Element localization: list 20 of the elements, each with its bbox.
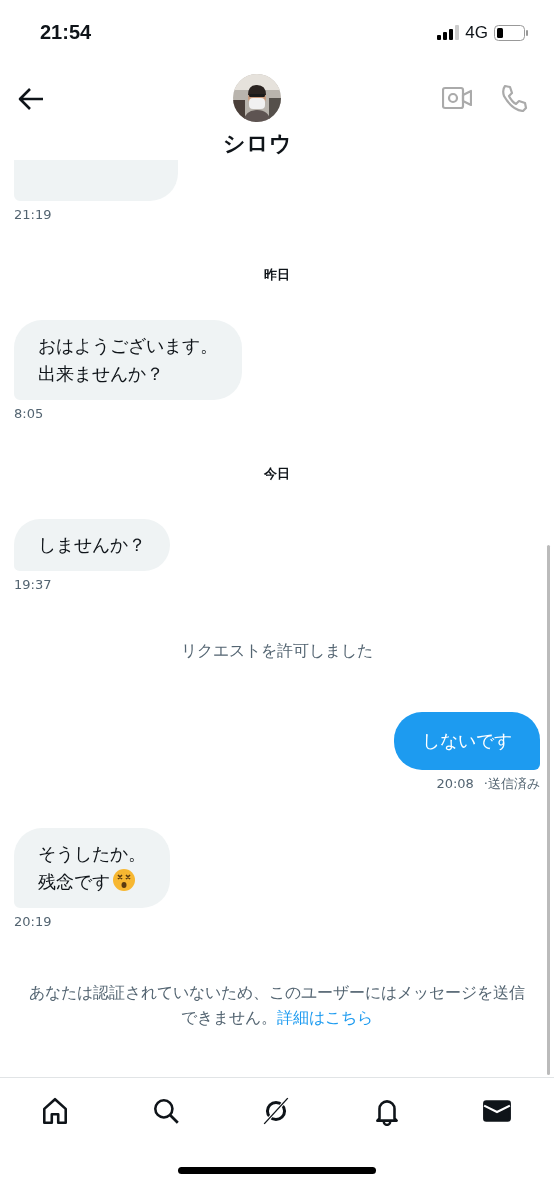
battery-icon xyxy=(494,24,528,41)
message-bubble: そうしたか。 残念です xyxy=(14,828,170,908)
clock-time: 21:54 xyxy=(40,21,93,44)
delivery-status: ·送信済み xyxy=(483,776,540,791)
notice-text: あなたは認証されていないため、このユーザーにはメッセージを送信できません。詳細はこちら xyxy=(28,982,526,1029)
system-message: リクエストを許可しました xyxy=(181,641,373,660)
message-time: 20:19 xyxy=(14,914,52,929)
network-label: 4G xyxy=(465,22,488,43)
contact-name: シロウ xyxy=(222,130,292,158)
signal-icon xyxy=(437,25,460,40)
message-bubble: しないです xyxy=(394,712,540,770)
message-time: 8:05 xyxy=(14,406,44,421)
learn-more-link[interactable]: 詳細はこちら xyxy=(277,1008,373,1027)
message-bubble: おはようございます。 出来ませんか？ xyxy=(14,320,242,400)
message-time: 21:19 xyxy=(14,207,52,222)
message-time: 20:08 xyxy=(436,776,474,791)
message-time: 19:37 xyxy=(14,577,52,592)
message-bubble: しませんか？ xyxy=(14,519,170,571)
date-separator: 昨日 xyxy=(264,266,290,284)
date-separator: 今日 xyxy=(264,465,290,483)
